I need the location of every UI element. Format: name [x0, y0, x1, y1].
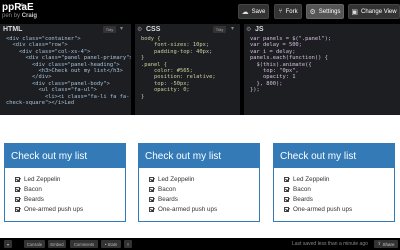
check-square-icon — [15, 206, 20, 212]
check-square-icon — [149, 206, 154, 212]
save-label: Save — [251, 8, 266, 15]
code-line[interactable]: <div class="panel panel-primary"> — [6, 55, 131, 61]
list-item: Led Zeppelin — [15, 174, 125, 184]
pen-title[interactable]: ppRaE — [2, 2, 34, 13]
list-item: Beards — [15, 194, 125, 204]
editor-area: HTML Tidy ▾ <div class="container"> <div… — [0, 24, 400, 115]
list-item: Beards — [149, 194, 259, 204]
list-item-label: One-armed push ups — [293, 205, 353, 213]
check-square-icon — [149, 176, 154, 182]
list-item: Led Zeppelin — [284, 174, 394, 184]
pen-byline: pen by Craig — [2, 13, 37, 19]
share-label: Share — [382, 241, 395, 247]
share-button[interactable]: ⇪ Share — [374, 240, 398, 248]
list-item: Beards — [284, 194, 394, 204]
html-editor[interactable]: HTML Tidy ▾ <div class="container"> <div… — [0, 24, 131, 115]
save-button[interactable]: ☁ Save — [238, 4, 269, 19]
check-square-icon — [149, 186, 154, 192]
console-button[interactable]: Console — [24, 240, 45, 248]
list-panel: Check out my list Led Zeppelin Bacon Bea… — [138, 143, 260, 222]
js-editor-header: ⚙ JS — [244, 24, 400, 35]
settings-label: Settings — [318, 8, 341, 15]
check-square-icon — [15, 196, 20, 202]
check-square-icon — [149, 196, 154, 202]
result-preview: Check out my list Led Zeppelin Bacon Bea… — [0, 115, 400, 238]
list-item-label: Beards — [24, 195, 44, 203]
tidy-html-button[interactable]: Tidy — [103, 26, 116, 33]
stats-button[interactable]: • Stats — [101, 240, 121, 248]
fork-label: Fork — [285, 8, 298, 15]
code-line[interactable]: check-square"></i>Led — [6, 100, 131, 106]
embed-button[interactable]: Embed — [48, 240, 66, 248]
check-square-icon — [284, 206, 289, 212]
pencil-icon[interactable]: ✎ — [20, 2, 27, 11]
list-item: One-armed push ups — [15, 204, 125, 214]
settings-gear-icon[interactable]: ⚙ — [137, 26, 142, 33]
panel-heading: Check out my list — [139, 144, 259, 168]
panel-body: Led Zeppelin Bacon Beards One-armed push… — [139, 168, 259, 214]
list-item: Bacon — [149, 184, 259, 194]
list-item-label: Bacon — [24, 185, 42, 193]
check-square-icon — [284, 196, 289, 202]
bottom-bar: ▾ Console Embed Comments • Stats × Last … — [0, 238, 400, 250]
css-editor[interactable]: ⚙ CSS Tidy ▾ body { font-sizes: 10px; pa… — [135, 24, 240, 115]
close-icon[interactable]: × — [124, 240, 132, 248]
list-item: Led Zeppelin — [149, 174, 259, 184]
list-item-label: Led Zeppelin — [158, 175, 195, 183]
check-square-icon — [284, 186, 289, 192]
tidy-css-button[interactable]: Tidy — [213, 26, 226, 33]
list-panel: Check out my list Led Zeppelin Bacon Bea… — [4, 143, 126, 222]
gear-icon: ⚙ — [309, 8, 316, 16]
panel-heading: Check out my list — [5, 144, 125, 168]
change-view-label: Change View — [361, 8, 397, 15]
change-view-button[interactable]: ▣ Change View — [348, 4, 400, 19]
list-item: One-armed push ups — [149, 204, 259, 214]
layout-icon: ▣ — [351, 8, 359, 16]
fork-button[interactable]: ⑂ Fork — [274, 4, 302, 19]
byline-prefix: pen by — [2, 13, 21, 19]
list-item-label: Led Zeppelin — [24, 175, 61, 183]
panel-heading: Check out my list — [274, 144, 394, 168]
list-item-label: Beards — [158, 195, 178, 203]
js-code[interactable]: var panels = $(".panel"); var delay = 500… — [244, 35, 400, 94]
share-icon: ⇪ — [377, 241, 382, 246]
js-editor[interactable]: ⚙ JS var panels = $(".panel"); var delay … — [244, 24, 400, 115]
list-item: Bacon — [284, 184, 394, 194]
cloud-icon: ☁ — [241, 8, 249, 16]
js-editor-title: JS — [255, 26, 264, 33]
comments-button[interactable]: Comments — [70, 240, 98, 248]
fork-icon: ⑂ — [278, 8, 283, 15]
list-panel: Check out my list Led Zeppelin Bacon Bea… — [273, 143, 395, 222]
list-item-label: Led Zeppelin — [293, 175, 330, 183]
settings-button[interactable]: ⚙ Settings — [306, 4, 344, 19]
top-header: ppRaE ✎ pen by Craig ☁ Save ⑂ Fork ⚙ Set… — [0, 0, 400, 24]
list-item-label: Bacon — [293, 185, 311, 193]
list-item-label: One-armed push ups — [24, 205, 84, 213]
list-item-label: Bacon — [158, 185, 176, 193]
css-code[interactable]: body { font-sizes: 10px; padding-top: 40… — [135, 35, 240, 100]
html-editor-header: HTML Tidy ▾ — [0, 24, 131, 35]
author-link[interactable]: Craig — [22, 13, 37, 19]
list-item: One-armed push ups — [284, 204, 394, 214]
list-item-label: One-armed push ups — [158, 205, 218, 213]
html-code[interactable]: <div class="container"> <div class="row"… — [0, 35, 131, 106]
settings-gear-icon[interactable]: ⚙ — [246, 26, 251, 33]
panel-body: Led Zeppelin Bacon Beards One-armed push… — [5, 168, 125, 214]
check-square-icon — [284, 176, 289, 182]
css-editor-title: CSS — [146, 26, 161, 33]
panel-body: Led Zeppelin Bacon Beards One-armed push… — [274, 168, 394, 214]
list-item: Bacon — [15, 184, 125, 194]
chevron-down-icon[interactable]: ▾ — [231, 25, 234, 32]
html-editor-title: HTML — [3, 26, 23, 33]
save-status: Last saved less than a minute ago — [292, 241, 368, 247]
code-line[interactable]: } — [141, 94, 240, 100]
check-square-icon — [15, 176, 20, 182]
chevron-down-icon[interactable]: ▾ — [120, 25, 123, 32]
list-item-label: Beards — [293, 195, 313, 203]
check-square-icon — [15, 186, 20, 192]
collapse-icon[interactable]: ▾ — [4, 240, 12, 248]
code-line[interactable]: }); — [250, 87, 400, 93]
css-editor-header: ⚙ CSS Tidy ▾ — [135, 24, 240, 35]
